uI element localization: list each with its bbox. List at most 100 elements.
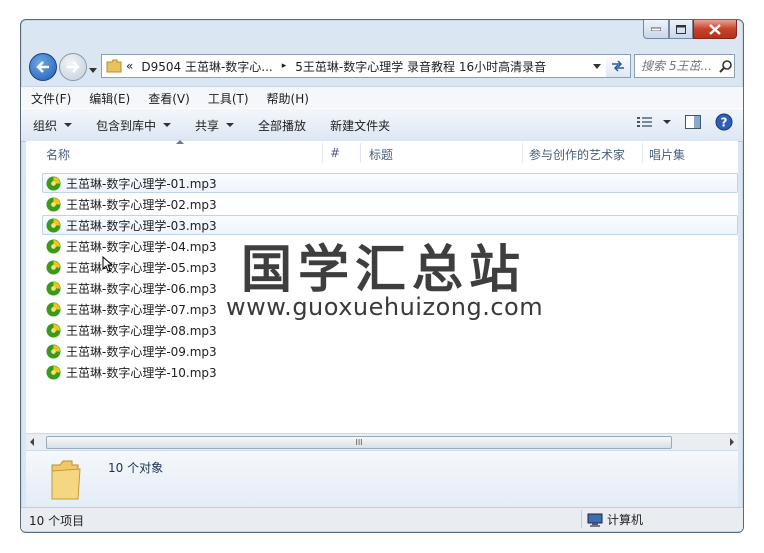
column-title[interactable]: 标题 [369, 146, 393, 163]
minimize-icon [651, 27, 661, 31]
audio-file-icon [46, 301, 61, 317]
play-all-label: 全部播放 [258, 118, 307, 133]
file-name: 王茁琳-数字心理学-01.mp3 [66, 176, 217, 191]
file-row[interactable]: 王茁琳-数字心理学-04.mp3 [43, 236, 738, 256]
column-number[interactable]: # [330, 146, 340, 160]
close-icon [709, 23, 721, 35]
file-view[interactable]: 名称 # 标题 参与创作的艺术家 唱片集 王茁琳-数字心理学-01.mp3 王茁… [26, 140, 738, 433]
chevron-down-icon [64, 123, 73, 127]
column-separator[interactable] [642, 143, 643, 163]
audio-file-icon [46, 238, 61, 254]
item-count: 10 个项目 [29, 514, 85, 528]
new-folder-label: 新建文件夹 [330, 118, 391, 133]
breadcrumb-parent[interactable]: D9504 王茁琳-数字心... [141, 58, 272, 75]
menu-view[interactable]: 查看(V) [138, 90, 198, 107]
file-name: 王茁琳-数字心理学-09.mp3 [66, 344, 217, 359]
command-bar: 组织 包含到库中 共享 全部播放 新建文件夹 ? [21, 108, 743, 142]
file-row[interactable]: 王茁琳-数字心理学-05.mp3 [43, 257, 738, 277]
file-name: 王茁琳-数字心理学-05.mp3 [66, 260, 217, 275]
address-bar[interactable]: « D9504 王茁琳-数字心... ▸ 5王茁琳-数字心理学 录音教程 16小… [101, 54, 608, 78]
column-artist[interactable]: 参与创作的艺术家 [529, 146, 625, 163]
address-row: « D9504 王茁琳-数字心... ▸ 5王茁琳-数字心理学 录音教程 16小… [29, 53, 735, 81]
organize-label: 组织 [33, 118, 58, 133]
new-folder-button[interactable]: 新建文件夹 [318, 117, 402, 134]
file-name: 王茁琳-数字心理学-06.mp3 [66, 281, 217, 296]
file-row[interactable]: 王茁琳-数字心理学-08.mp3 [43, 320, 738, 340]
include-in-library-button[interactable]: 包含到库中 [84, 117, 183, 134]
maximize-button[interactable] [669, 20, 693, 39]
refresh-button[interactable] [606, 54, 631, 78]
organize-button[interactable]: 组织 [21, 117, 84, 134]
scroll-right-icon[interactable] [730, 438, 734, 446]
computer-icon [587, 513, 603, 527]
menu-edit[interactable]: 编辑(E) [79, 90, 138, 107]
column-separator[interactable] [322, 143, 323, 163]
address-prefix[interactable]: « [126, 59, 133, 73]
breadcrumb-separator[interactable]: ▸ [282, 61, 287, 71]
location-label: 计算机 [607, 513, 644, 527]
object-count: 10 个对象 [108, 461, 164, 475]
scrollbar-thumb[interactable]: III [46, 436, 672, 449]
audio-file-icon [46, 280, 61, 296]
file-row[interactable]: 王茁琳-数字心理学-03.mp3 [42, 215, 738, 235]
file-name: 王茁琳-数字心理学-07.mp3 [66, 302, 217, 317]
forward-arrow-icon [67, 61, 80, 73]
folder-large-icon [51, 460, 81, 500]
history-dropdown[interactable] [89, 62, 97, 76]
help-icon[interactable]: ? [715, 113, 733, 131]
chevron-down-icon [226, 123, 235, 127]
column-separator[interactable] [522, 143, 523, 163]
status-divider [581, 510, 582, 528]
file-list: 王茁琳-数字心理学-01.mp3 王茁琳-数字心理学-02.mp3 王茁琳-数字… [42, 173, 738, 383]
status-bar: 10 个项目 计算机 [21, 507, 743, 531]
breadcrumb-current[interactable]: 5王茁琳-数字心理学 录音教程 16小时高清录音 [295, 58, 546, 75]
menu-bar: 文件(F) 编辑(E) 查看(V) 工具(T) 帮助(H) [21, 86, 743, 109]
search-box[interactable] [634, 54, 735, 78]
file-row[interactable]: 王茁琳-数字心理学-06.mp3 [43, 278, 738, 298]
minimize-button[interactable] [643, 20, 669, 39]
chevron-down-icon [89, 68, 97, 73]
view-details-icon [637, 117, 652, 127]
file-row[interactable]: 王茁琳-数字心理学-07.mp3 [43, 299, 738, 319]
file-row[interactable]: 王茁琳-数字心理学-10.mp3 [43, 362, 738, 382]
column-album[interactable]: 唱片集 [649, 146, 685, 163]
mouse-cursor-icon [102, 256, 112, 272]
preview-pane-icon[interactable] [685, 115, 701, 129]
file-name: 王茁琳-数字心理学-02.mp3 [66, 197, 217, 212]
audio-file-icon [46, 364, 61, 380]
scroll-grip: III [355, 438, 363, 447]
back-button[interactable] [29, 53, 57, 81]
audio-file-icon [46, 196, 61, 212]
scroll-left-icon[interactable] [30, 438, 34, 446]
chevron-down-icon [663, 120, 671, 124]
menu-tools[interactable]: 工具(T) [198, 90, 257, 107]
menu-help[interactable]: 帮助(H) [257, 90, 317, 107]
file-name: 王茁琳-数字心理学-10.mp3 [66, 365, 217, 380]
menu-file[interactable]: 文件(F) [21, 90, 79, 107]
column-name[interactable]: 名称 [46, 146, 70, 163]
file-row[interactable]: 王茁琳-数字心理学-02.mp3 [43, 194, 738, 214]
caption-buttons [643, 20, 737, 39]
folder-icon [106, 59, 122, 73]
audio-file-icon [46, 175, 61, 191]
share-label: 共享 [195, 118, 220, 133]
search-input[interactable] [635, 58, 717, 74]
refresh-icon [612, 60, 624, 72]
sort-ascending-icon [176, 140, 184, 144]
chevron-down-icon [163, 123, 172, 127]
column-separator[interactable] [360, 143, 361, 163]
file-row[interactable]: 王茁琳-数字心理学-09.mp3 [43, 341, 738, 361]
forward-button[interactable] [59, 53, 87, 81]
address-dropdown-icon[interactable] [593, 63, 601, 69]
play-all-button[interactable]: 全部播放 [246, 117, 318, 134]
audio-file-icon [46, 259, 61, 275]
close-button[interactable] [693, 20, 737, 39]
share-button[interactable]: 共享 [183, 117, 246, 134]
view-options-button[interactable] [637, 116, 671, 128]
file-name: 王茁琳-数字心理学-04.mp3 [66, 239, 217, 254]
search-icon[interactable] [719, 59, 733, 73]
details-pane: 10 个对象 [26, 450, 738, 508]
file-row[interactable]: 王茁琳-数字心理学-01.mp3 [42, 173, 738, 193]
horizontal-scrollbar[interactable]: III [26, 433, 738, 451]
file-name: 王茁琳-数字心理学-03.mp3 [66, 218, 217, 233]
